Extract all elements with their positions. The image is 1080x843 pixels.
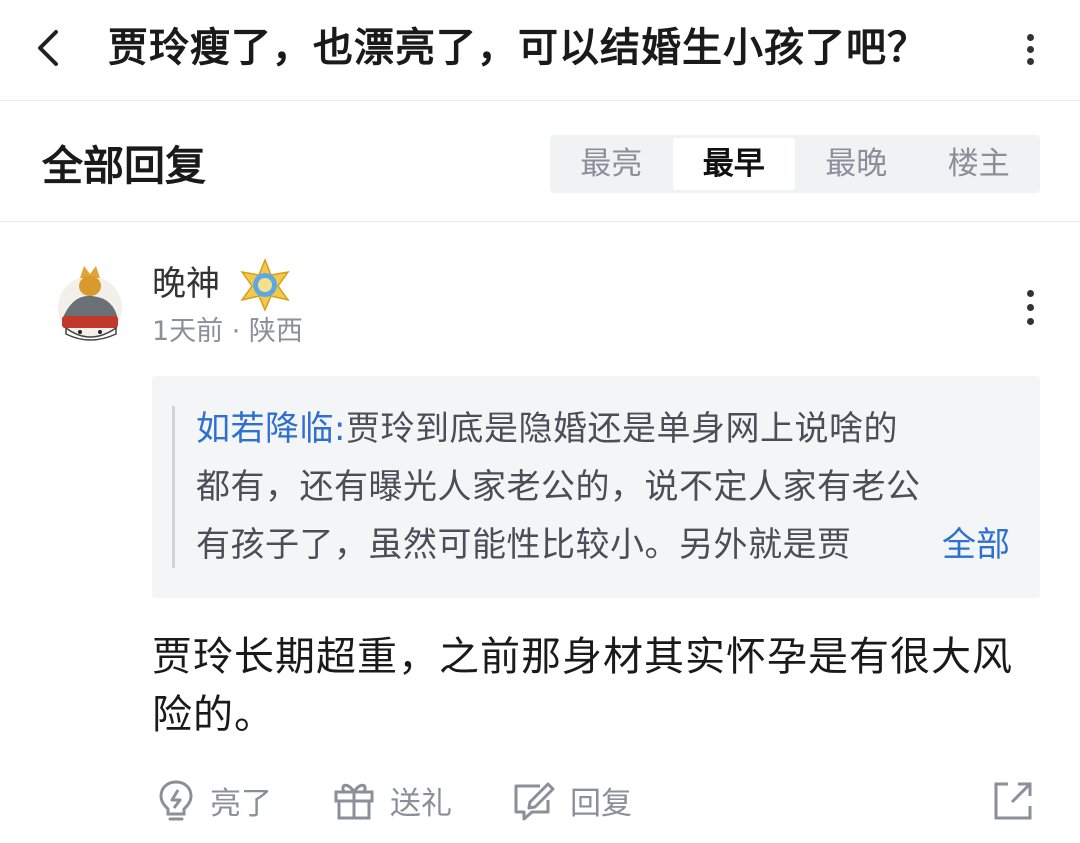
tab-brightest[interactable]: 最亮 bbox=[550, 135, 673, 193]
more-options-button[interactable] bbox=[1016, 28, 1046, 70]
quote-divider bbox=[172, 406, 175, 568]
gift-button[interactable]: 送礼 bbox=[332, 774, 452, 826]
reply-button[interactable]: 回复 bbox=[510, 774, 632, 826]
section-title: 全部回复 bbox=[42, 142, 206, 190]
avatar[interactable] bbox=[50, 262, 128, 346]
page-title: 贾玲瘦了，也漂亮了，可以结婚生小孩了吧？ bbox=[108, 25, 928, 71]
gift-icon bbox=[334, 783, 374, 820]
share-button[interactable] bbox=[992, 778, 1034, 822]
reply-label: 回复 bbox=[570, 785, 632, 822]
reply-edit-icon bbox=[514, 782, 555, 821]
like-label: 亮了 bbox=[210, 785, 272, 822]
gift-label: 送礼 bbox=[390, 785, 452, 822]
username[interactable]: 晚神 bbox=[152, 262, 220, 306]
tab-original-poster[interactable]: 楼主 bbox=[918, 135, 1041, 193]
share-icon bbox=[994, 782, 1032, 820]
back-button[interactable] bbox=[28, 22, 72, 74]
quote-text: 如若降临:贾玲到底是隐婚还是单身网上说啥的 都有，还有曝光人家老公的，说不定人家… bbox=[196, 400, 1026, 574]
quote-line-3: 有孩子了，虽然可能性比较小。另外就是贾 bbox=[196, 525, 852, 565]
top-bar: 贾玲瘦了，也漂亮了，可以结婚生小孩了吧？ bbox=[0, 0, 1080, 101]
post-meta: 1天前 · 陕西 bbox=[152, 316, 303, 347]
sort-tabs: 最亮 最早 最晚 楼主 bbox=[550, 135, 1040, 193]
quote-line-1: 贾玲到底是隐婚还是单身网上说啥的 bbox=[345, 409, 898, 449]
replies-header: 全部回复 最亮 最早 最晚 楼主 bbox=[0, 101, 1080, 222]
lightbulb-icon bbox=[159, 780, 193, 821]
chevron-left-icon bbox=[38, 30, 58, 66]
expand-quote-link[interactable]: 全部 bbox=[912, 516, 1010, 574]
tab-earliest[interactable]: 最早 bbox=[672, 138, 795, 190]
quoted-reply[interactable]: 如若降临:贾玲到底是隐婚还是单身网上说啥的 都有，还有曝光人家老公的，说不定人家… bbox=[152, 376, 1040, 598]
quote-author[interactable]: 如若降临: bbox=[196, 409, 346, 449]
like-button[interactable]: 亮了 bbox=[156, 774, 272, 826]
post-content: 贾玲长期超重，之前那身材其实怀孕是有很大风险的。 bbox=[152, 634, 1013, 738]
level-badge-icon bbox=[238, 257, 292, 312]
post-more-button[interactable] bbox=[1016, 286, 1046, 330]
tab-latest[interactable]: 最晚 bbox=[795, 135, 918, 193]
quote-line-2: 都有，还有曝光人家老公的，说不定人家有老公 bbox=[196, 467, 921, 507]
